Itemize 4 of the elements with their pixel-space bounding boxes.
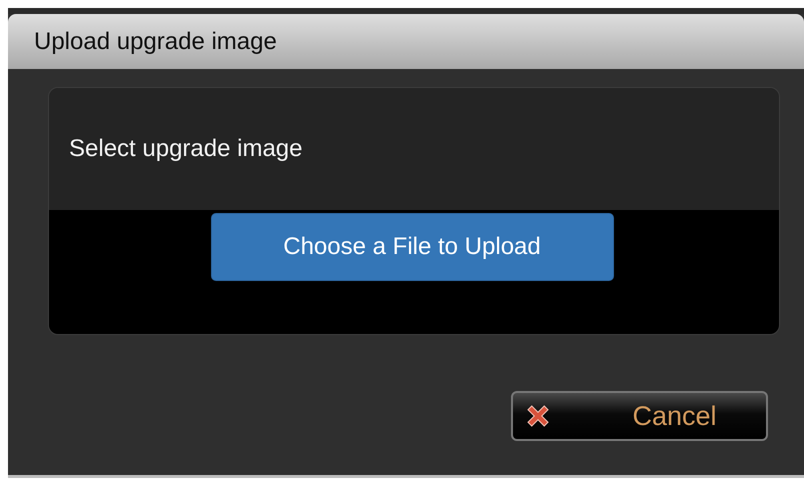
- window-title: Upload upgrade image: [34, 28, 277, 56]
- panel-label: Select upgrade image: [69, 135, 302, 163]
- upload-button[interactable]: Choose a File to Upload: [210, 213, 614, 281]
- cancel-button[interactable]: Cancel: [511, 391, 768, 441]
